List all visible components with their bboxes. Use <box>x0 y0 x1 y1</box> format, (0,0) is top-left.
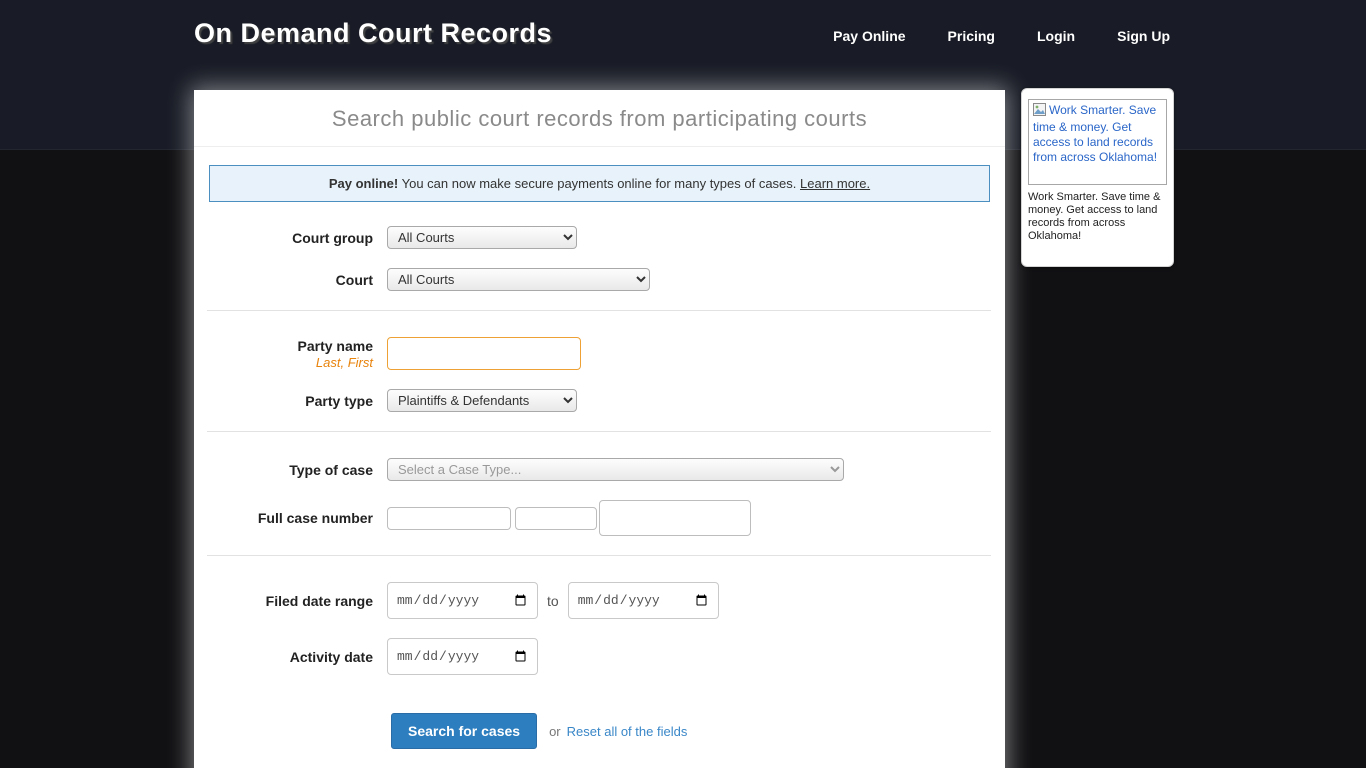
party-name-label: Party name <box>194 338 373 354</box>
nav-sign-up[interactable]: Sign Up <box>1117 28 1170 44</box>
nav-pricing[interactable]: Pricing <box>948 28 995 44</box>
section-divider <box>207 431 991 432</box>
filed-date-range-label: Filed date range <box>194 593 373 609</box>
case-type-select[interactable]: Select a Case Type... <box>387 458 844 481</box>
case-number-row: Full case number <box>194 500 1005 536</box>
filed-date-range-row: Filed date range to <box>194 582 1005 619</box>
court-row: Court All Courts <box>194 268 1005 291</box>
reset-fields-link[interactable]: Reset all of the fields <box>567 724 688 739</box>
party-name-input[interactable] <box>387 337 581 370</box>
case-type-row: Type of case Select a Case Type... <box>194 458 1005 481</box>
court-group-row: Court group All Courts <box>194 226 1005 249</box>
case-number-label: Full case number <box>194 510 373 526</box>
notice-lead: Pay online! <box>329 176 398 191</box>
court-records-search-form: Court group All Courts Court All Courts … <box>194 202 1005 749</box>
ad-caption: Work Smarter. Save time & money. Get acc… <box>1028 191 1167 243</box>
broken-image-icon <box>1033 103 1046 120</box>
site-brand: On Demand Court Records <box>194 18 552 49</box>
party-name-label-block: Party name Last, First <box>194 338 373 370</box>
court-label: Court <box>194 272 373 288</box>
date-range-separator: to <box>547 593 559 609</box>
or-text: or <box>549 724 561 739</box>
form-actions-row: Search for cases or Reset all of the fie… <box>194 713 1005 749</box>
learn-more-link[interactable]: Learn more. <box>800 176 870 191</box>
section-divider <box>207 555 991 556</box>
party-type-label: Party type <box>194 393 373 409</box>
case-number-part2-input[interactable] <box>515 507 597 530</box>
court-select[interactable]: All Courts <box>387 268 650 291</box>
search-panel: Search public court records from partici… <box>194 90 1005 768</box>
party-type-select[interactable]: Plaintiffs & Defendants <box>387 389 577 412</box>
top-navigation: Pay Online Pricing Login Sign Up <box>833 28 1170 44</box>
case-number-part1-input[interactable] <box>387 507 511 530</box>
party-name-hint: Last, First <box>194 355 373 370</box>
page-title: Search public court records from partici… <box>194 90 1005 147</box>
pay-online-notice: Pay online! You can now make secure paym… <box>209 165 990 202</box>
filed-date-to-input[interactable] <box>568 582 719 619</box>
party-name-row: Party name Last, First <box>194 337 1005 370</box>
activity-date-row: Activity date <box>194 638 1005 675</box>
search-for-cases-button[interactable]: Search for cases <box>391 713 537 749</box>
notice-body: You can now make secure payments online … <box>398 176 800 191</box>
nav-pay-online[interactable]: Pay Online <box>833 28 905 44</box>
nav-login[interactable]: Login <box>1037 28 1075 44</box>
case-type-label: Type of case <box>194 462 373 478</box>
sidebar-ad-card[interactable]: Work Smarter. Save time & money. Get acc… <box>1021 88 1174 267</box>
party-type-row: Party type Plaintiffs & Defendants <box>194 389 1005 412</box>
court-group-select[interactable]: All Courts <box>387 226 577 249</box>
court-group-label: Court group <box>194 230 373 246</box>
activity-date-input[interactable] <box>387 638 538 675</box>
activity-date-label: Activity date <box>194 649 373 665</box>
section-divider <box>207 310 991 311</box>
ad-image-alt-text: Work Smarter. Save time & money. Get acc… <box>1033 103 1157 164</box>
filed-date-from-input[interactable] <box>387 582 538 619</box>
case-number-part3-input[interactable] <box>599 500 751 536</box>
ad-broken-image[interactable]: Work Smarter. Save time & money. Get acc… <box>1028 99 1167 185</box>
